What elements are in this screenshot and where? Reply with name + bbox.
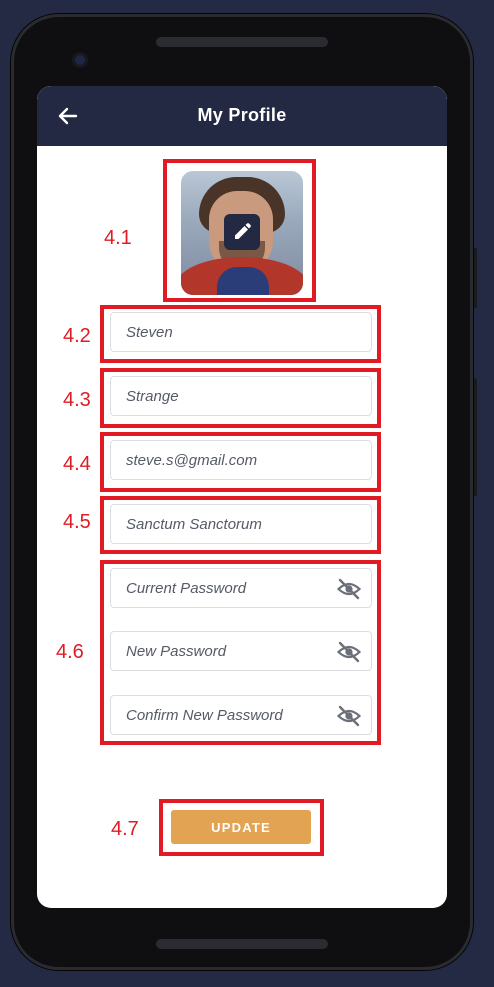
annotation-label-4-6: 4.6 <box>56 641 84 663</box>
annotation-label-4-1: 4.1 <box>104 227 132 249</box>
phone-camera <box>72 52 88 68</box>
annotation-label-4-5: 4.5 <box>63 511 91 533</box>
app-bar: My Profile <box>37 86 447 146</box>
phone-speaker-top <box>156 37 328 47</box>
annotation-box-4-5 <box>100 496 381 554</box>
annotation-label-4-4: 4.4 <box>63 453 91 475</box>
page-title: My Profile <box>197 105 287 125</box>
annotation-label-4-2: 4.2 <box>63 325 91 347</box>
annotation-box-4-7 <box>159 799 324 856</box>
annotation-box-4-2 <box>100 305 381 363</box>
annotation-label-4-7: 4.7 <box>111 818 139 840</box>
annotation-box-4-4 <box>100 432 381 492</box>
annotation-box-4-1 <box>163 159 316 302</box>
annotation-box-4-3 <box>100 368 381 428</box>
annotation-label-4-3: 4.3 <box>63 389 91 411</box>
phone-speaker-bottom <box>156 939 328 949</box>
annotation-box-4-6 <box>100 560 381 745</box>
